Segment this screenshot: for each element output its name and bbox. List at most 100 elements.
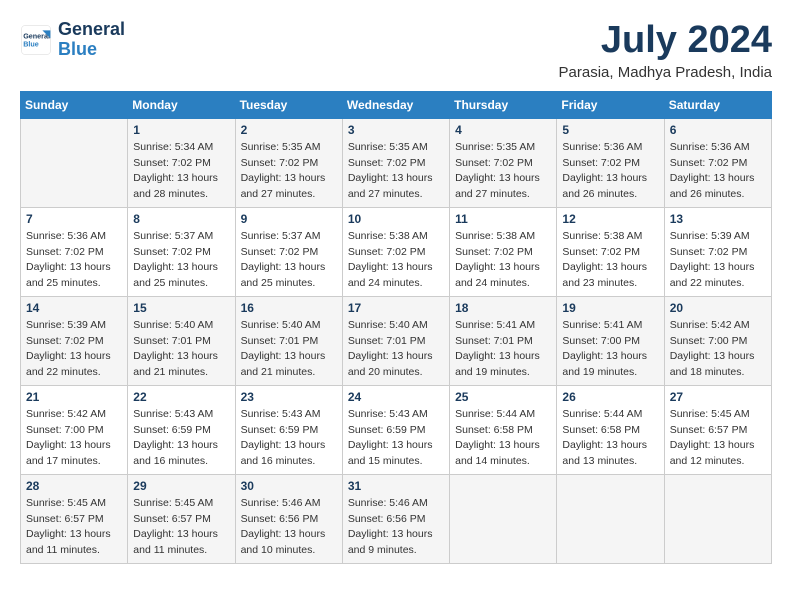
day-info: Sunrise: 5:41 AM Sunset: 7:00 PM Dayligh…: [562, 318, 658, 381]
calendar-cell: 4 Sunrise: 5:35 AM Sunset: 7:02 PM Daylig…: [450, 118, 557, 207]
day-info: Sunrise: 5:44 AM Sunset: 6:58 PM Dayligh…: [455, 407, 551, 470]
location: Parasia, Madhya Pradesh, India: [559, 64, 772, 81]
day-info: Sunrise: 5:45 AM Sunset: 6:57 PM Dayligh…: [133, 496, 229, 559]
weekday-header-row: SundayMondayTuesdayWednesdayThursdayFrid…: [21, 91, 772, 118]
day-info: Sunrise: 5:43 AM Sunset: 6:59 PM Dayligh…: [348, 407, 444, 470]
calendar-cell: 13 Sunrise: 5:39 AM Sunset: 7:02 PM Dayli…: [664, 207, 771, 296]
calendar-cell: 9 Sunrise: 5:37 AM Sunset: 7:02 PM Daylig…: [235, 207, 342, 296]
calendar-cell: 23 Sunrise: 5:43 AM Sunset: 6:59 PM Dayli…: [235, 385, 342, 474]
day-info: Sunrise: 5:42 AM Sunset: 7:00 PM Dayligh…: [26, 407, 122, 470]
calendar-cell: 14 Sunrise: 5:39 AM Sunset: 7:02 PM Dayli…: [21, 296, 128, 385]
calendar-cell: 1Sunrise: 5:34 AM Sunset: 7:02 PM Daylig…: [128, 118, 235, 207]
week-row-3: 14 Sunrise: 5:39 AM Sunset: 7:02 PM Dayli…: [21, 296, 772, 385]
day-number: 29: [133, 479, 229, 493]
weekday-header-wednesday: Wednesday: [342, 91, 449, 118]
calendar-cell: 30 Sunrise: 5:46 AM Sunset: 6:56 PM Dayli…: [235, 474, 342, 563]
day-info: Sunrise: 5:45 AM Sunset: 6:57 PM Dayligh…: [670, 407, 766, 470]
calendar-cell: 19 Sunrise: 5:41 AM Sunset: 7:00 PM Dayli…: [557, 296, 664, 385]
calendar-table: SundayMondayTuesdayWednesdayThursdayFrid…: [20, 91, 772, 564]
day-info: Sunrise: 5:38 AM Sunset: 7:02 PM Dayligh…: [348, 229, 444, 292]
day-number: 25: [455, 390, 551, 404]
day-info: Sunrise: 5:46 AM Sunset: 6:56 PM Dayligh…: [348, 496, 444, 559]
calendar-cell: [664, 474, 771, 563]
day-number: 22: [133, 390, 229, 404]
day-info: Sunrise: 5:38 AM Sunset: 7:02 PM Dayligh…: [562, 229, 658, 292]
day-info: Sunrise: 5:39 AM Sunset: 7:02 PM Dayligh…: [26, 318, 122, 381]
day-number: 5: [562, 123, 658, 137]
calendar-cell: 31Sunrise: 5:46 AM Sunset: 6:56 PM Dayli…: [342, 474, 449, 563]
day-info: Sunrise: 5:35 AM Sunset: 7:02 PM Dayligh…: [455, 140, 551, 203]
week-row-2: 7Sunrise: 5:36 AM Sunset: 7:02 PM Daylig…: [21, 207, 772, 296]
weekday-header-tuesday: Tuesday: [235, 91, 342, 118]
weekday-header-thursday: Thursday: [450, 91, 557, 118]
day-info: Sunrise: 5:37 AM Sunset: 7:02 PM Dayligh…: [241, 229, 337, 292]
day-number: 12: [562, 212, 658, 226]
calendar-cell: 21 Sunrise: 5:42 AM Sunset: 7:00 PM Dayli…: [21, 385, 128, 474]
day-number: 13: [670, 212, 766, 226]
svg-text:Blue: Blue: [23, 39, 39, 48]
day-number: 28: [26, 479, 122, 493]
calendar-cell: 18Sunrise: 5:41 AM Sunset: 7:01 PM Dayli…: [450, 296, 557, 385]
day-number: 19: [562, 301, 658, 315]
calendar-cell: 16 Sunrise: 5:40 AM Sunset: 7:01 PM Dayli…: [235, 296, 342, 385]
day-number: 23: [241, 390, 337, 404]
weekday-header-sunday: Sunday: [21, 91, 128, 118]
month-title: July 2024: [559, 20, 772, 62]
day-info: Sunrise: 5:36 AM Sunset: 7:02 PM Dayligh…: [26, 229, 122, 292]
calendar-cell: 3 Sunrise: 5:35 AM Sunset: 7:02 PM Daylig…: [342, 118, 449, 207]
logo: General Blue General Blue: [20, 20, 125, 60]
day-info: Sunrise: 5:40 AM Sunset: 7:01 PM Dayligh…: [241, 318, 337, 381]
day-info: Sunrise: 5:44 AM Sunset: 6:58 PM Dayligh…: [562, 407, 658, 470]
calendar-cell: 2Sunrise: 5:35 AM Sunset: 7:02 PM Daylig…: [235, 118, 342, 207]
calendar-cell: 15Sunrise: 5:40 AM Sunset: 7:01 PM Dayli…: [128, 296, 235, 385]
day-number: 4: [455, 123, 551, 137]
calendar-cell: 5 Sunrise: 5:36 AM Sunset: 7:02 PM Daylig…: [557, 118, 664, 207]
day-info: Sunrise: 5:40 AM Sunset: 7:01 PM Dayligh…: [348, 318, 444, 381]
calendar-cell: 6Sunrise: 5:36 AM Sunset: 7:02 PM Daylig…: [664, 118, 771, 207]
calendar-cell: [450, 474, 557, 563]
calendar-cell: 20Sunrise: 5:42 AM Sunset: 7:00 PM Dayli…: [664, 296, 771, 385]
day-number: 1: [133, 123, 229, 137]
calendar-cell: 10 Sunrise: 5:38 AM Sunset: 7:02 PM Dayli…: [342, 207, 449, 296]
title-block: July 2024 Parasia, Madhya Pradesh, India: [559, 20, 772, 81]
day-info: Sunrise: 5:36 AM Sunset: 7:02 PM Dayligh…: [562, 140, 658, 203]
day-number: 20: [670, 301, 766, 315]
day-info: Sunrise: 5:35 AM Sunset: 7:02 PM Dayligh…: [348, 140, 444, 203]
day-number: 11: [455, 212, 551, 226]
day-number: 21: [26, 390, 122, 404]
day-info: Sunrise: 5:46 AM Sunset: 6:56 PM Dayligh…: [241, 496, 337, 559]
calendar-cell: 22Sunrise: 5:43 AM Sunset: 6:59 PM Dayli…: [128, 385, 235, 474]
week-row-5: 28 Sunrise: 5:45 AM Sunset: 6:57 PM Dayli…: [21, 474, 772, 563]
calendar-cell: 12 Sunrise: 5:38 AM Sunset: 7:02 PM Dayli…: [557, 207, 664, 296]
day-number: 9: [241, 212, 337, 226]
calendar-cell: 25 Sunrise: 5:44 AM Sunset: 6:58 PM Dayli…: [450, 385, 557, 474]
day-number: 26: [562, 390, 658, 404]
day-info: Sunrise: 5:43 AM Sunset: 6:59 PM Dayligh…: [241, 407, 337, 470]
day-info: Sunrise: 5:40 AM Sunset: 7:01 PM Dayligh…: [133, 318, 229, 381]
day-number: 8: [133, 212, 229, 226]
calendar-cell: 17 Sunrise: 5:40 AM Sunset: 7:01 PM Dayli…: [342, 296, 449, 385]
day-number: 17: [348, 301, 444, 315]
week-row-1: 1Sunrise: 5:34 AM Sunset: 7:02 PM Daylig…: [21, 118, 772, 207]
day-number: 3: [348, 123, 444, 137]
calendar-cell: 26 Sunrise: 5:44 AM Sunset: 6:58 PM Dayli…: [557, 385, 664, 474]
calendar-cell: [21, 118, 128, 207]
calendar-cell: 29 Sunrise: 5:45 AM Sunset: 6:57 PM Dayli…: [128, 474, 235, 563]
day-number: 16: [241, 301, 337, 315]
day-number: 6: [670, 123, 766, 137]
day-number: 14: [26, 301, 122, 315]
day-number: 27: [670, 390, 766, 404]
logo-text: General Blue: [58, 20, 125, 60]
weekday-header-saturday: Saturday: [664, 91, 771, 118]
calendar-cell: 7Sunrise: 5:36 AM Sunset: 7:02 PM Daylig…: [21, 207, 128, 296]
day-info: Sunrise: 5:39 AM Sunset: 7:02 PM Dayligh…: [670, 229, 766, 292]
day-number: 24: [348, 390, 444, 404]
calendar-cell: 24 Sunrise: 5:43 AM Sunset: 6:59 PM Dayli…: [342, 385, 449, 474]
weekday-header-friday: Friday: [557, 91, 664, 118]
day-info: Sunrise: 5:38 AM Sunset: 7:02 PM Dayligh…: [455, 229, 551, 292]
page-header: General Blue General Blue July 2024 Para…: [20, 20, 772, 81]
day-number: 10: [348, 212, 444, 226]
logo-icon: General Blue: [20, 24, 52, 56]
day-number: 30: [241, 479, 337, 493]
day-info: Sunrise: 5:41 AM Sunset: 7:01 PM Dayligh…: [455, 318, 551, 381]
